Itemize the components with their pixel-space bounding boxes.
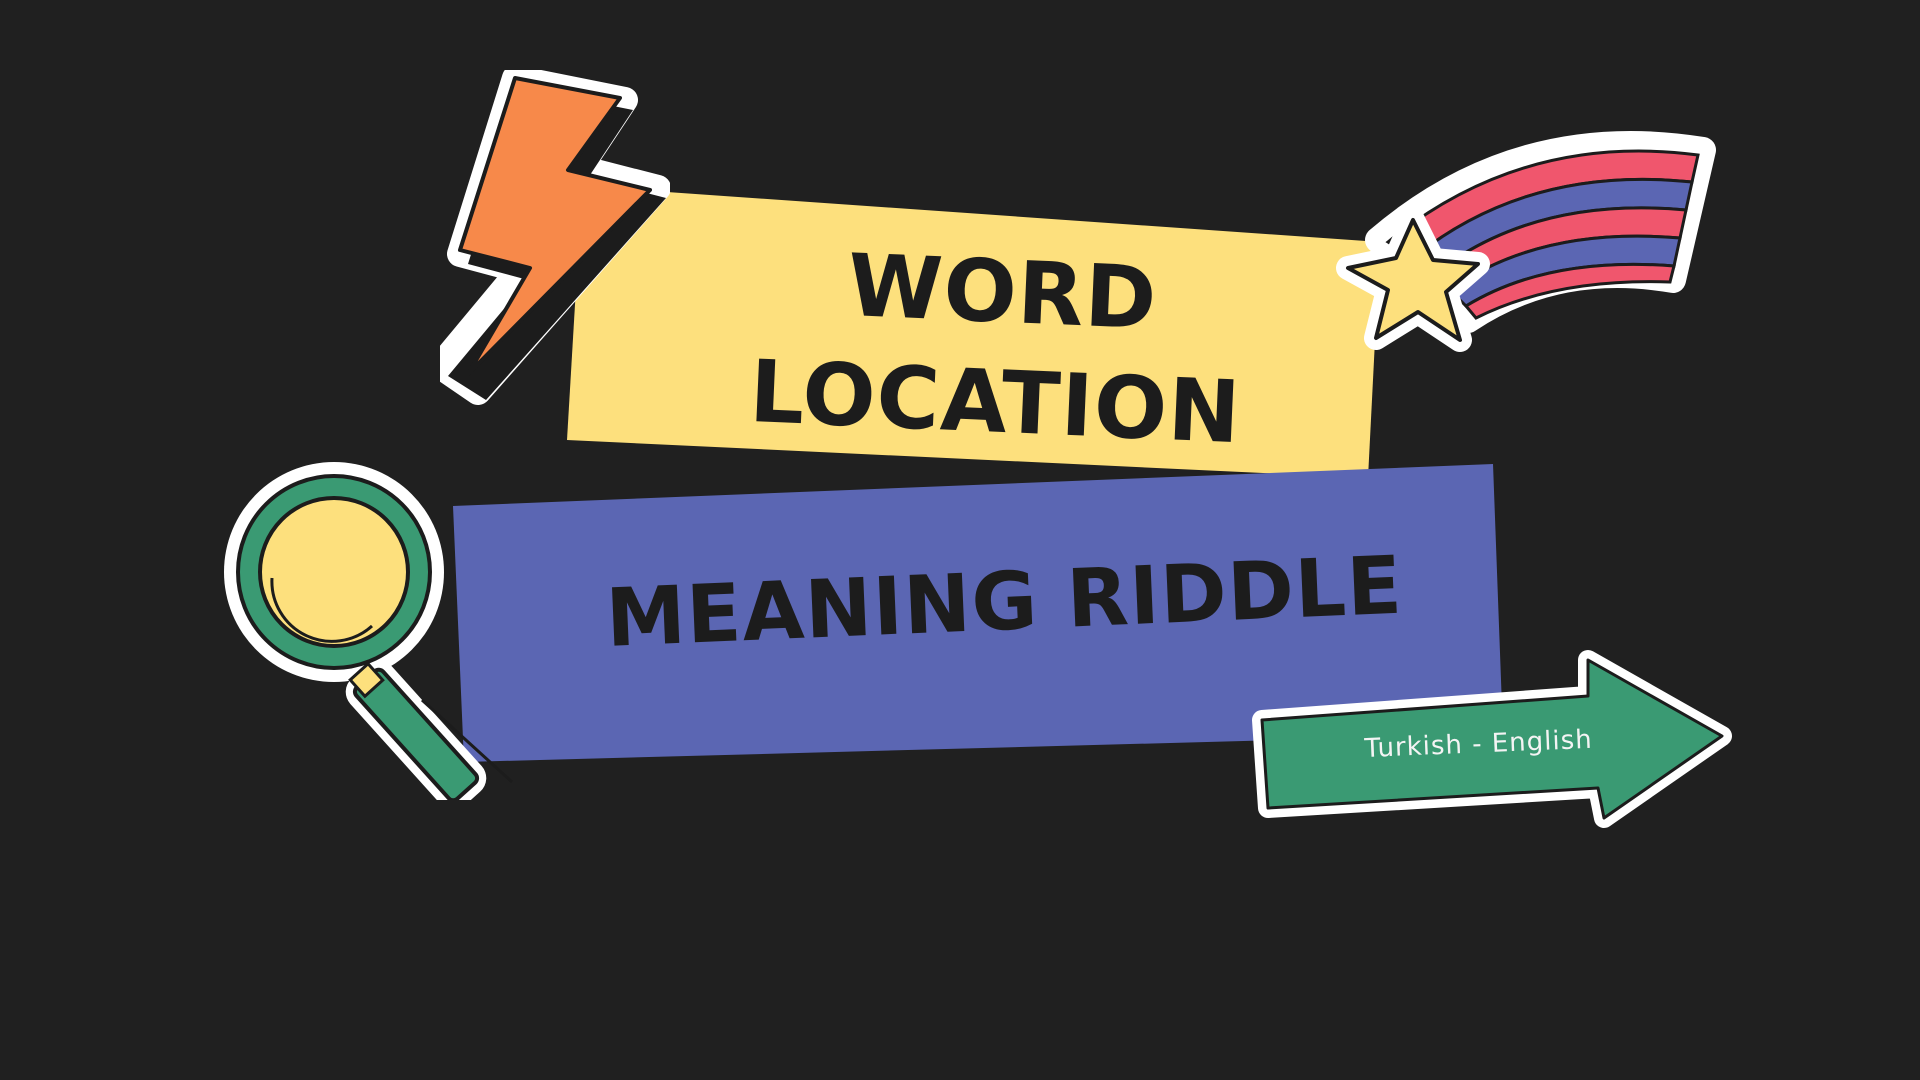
shooting-star-rainbow-icon — [1336, 131, 1716, 352]
title-card: WORD LOCATION MEANING RIDDLE Turkish - E… — [0, 0, 1920, 1080]
title-line-word: WORD — [845, 236, 1160, 350]
magnifying-glass-icon — [224, 462, 514, 800]
lightning-bolt-icon — [440, 70, 670, 405]
title-line-location: LOCATION — [747, 342, 1244, 464]
